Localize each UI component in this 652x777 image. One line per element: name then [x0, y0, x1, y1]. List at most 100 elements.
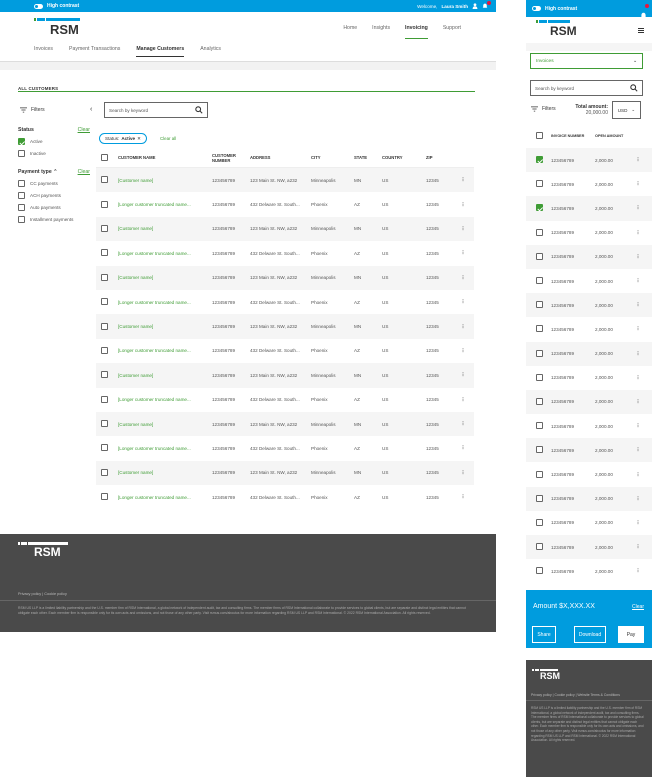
collapse-filters-icon[interactable]: ‹ — [90, 106, 92, 113]
select-all-checkbox[interactable] — [536, 132, 543, 139]
table-row[interactable]: [Longer customer truncated name... 123456… — [96, 192, 474, 216]
row-more-icon[interactable]: ⋮ — [456, 202, 470, 208]
row-checkbox[interactable] — [101, 322, 108, 330]
notification-bell-icon[interactable] — [640, 3, 649, 18]
topnav-support[interactable]: Support — [443, 25, 461, 39]
table-row[interactable]: [Customer name] 123456789 123 Main St. NW,… — [96, 168, 474, 193]
checkbox-icon[interactable] — [18, 216, 25, 223]
clear-all-link[interactable]: Clear all — [160, 136, 176, 141]
table-row[interactable]: [Longer customer truncated name... 123456… — [96, 290, 474, 314]
mobile-high-contrast-toggle[interactable]: High contrast — [532, 6, 577, 12]
user-icon[interactable] — [472, 3, 478, 9]
select-all-checkbox[interactable] — [101, 153, 108, 161]
row-checkbox[interactable] — [536, 156, 543, 164]
table-row[interactable]: [Longer customer truncated name... 123456… — [96, 241, 474, 265]
row-more-icon[interactable]: ⋮ — [456, 226, 470, 232]
pay-button[interactable]: Pay — [618, 626, 644, 643]
checkbox-checked-icon[interactable] — [18, 138, 25, 145]
row-more-icon[interactable]: ⋮ — [456, 494, 470, 500]
row-checkbox[interactable] — [536, 446, 543, 454]
checkbox-icon[interactable] — [18, 204, 25, 211]
row-checkbox[interactable] — [101, 371, 108, 379]
row-more-icon[interactable]: ⋮ — [631, 157, 645, 163]
list-item[interactable]: 123456789 2,000.00 ⋮ — [526, 244, 652, 269]
row-more-icon[interactable]: ⋮ — [456, 299, 470, 305]
customer-name-link[interactable]: [Customer name] — [118, 275, 212, 280]
table-row[interactable]: [Customer name] 123456789 123 Main St. NW,… — [96, 460, 474, 486]
row-more-icon[interactable]: ⋮ — [631, 205, 645, 211]
list-item[interactable]: 123456789 2,000.00 ⋮ — [526, 511, 652, 535]
row-more-icon[interactable]: ⋮ — [631, 568, 645, 574]
row-more-icon[interactable]: ⋮ — [631, 375, 645, 381]
download-button[interactable]: Download — [574, 626, 606, 643]
topnav-insights[interactable]: Insights — [372, 25, 390, 39]
row-more-icon[interactable]: ⋮ — [456, 324, 470, 330]
row-checkbox[interactable] — [536, 518, 543, 526]
list-item[interactable]: 123456789 2,000.00 ⋮ — [526, 462, 652, 486]
row-checkbox[interactable] — [536, 228, 543, 236]
row-checkbox[interactable] — [536, 397, 543, 405]
row-more-icon[interactable]: ⋮ — [631, 544, 645, 550]
row-more-icon[interactable]: ⋮ — [456, 250, 470, 256]
topnav-invoicing[interactable]: Invoicing — [405, 25, 428, 39]
row-checkbox[interactable] — [101, 395, 108, 403]
table-row[interactable]: [Customer name] 123456789 123 Main St. NW,… — [96, 216, 474, 242]
customer-name-link[interactable]: [Longer customer truncated name... — [118, 495, 212, 500]
payment-type-title[interactable]: Payment type ⌃ — [18, 169, 58, 175]
table-row[interactable]: [Longer customer truncated name... 123456… — [96, 339, 474, 363]
list-item[interactable]: 123456789 2,000.00 ⋮ — [526, 196, 652, 221]
row-checkbox[interactable] — [101, 346, 108, 354]
row-more-icon[interactable]: ⋮ — [631, 278, 645, 284]
amount-clear-link[interactable]: Clear — [632, 604, 644, 610]
list-item[interactable]: 123456789 2,000.00 ⋮ — [526, 366, 652, 390]
customer-name-link[interactable]: [Longer customer truncated name... — [118, 397, 212, 402]
row-more-icon[interactable]: ⋮ — [631, 399, 645, 405]
row-checkbox[interactable] — [536, 325, 543, 333]
customer-name-link[interactable]: [Customer name] — [118, 422, 212, 427]
customer-name-link[interactable]: [Customer name] — [118, 470, 212, 475]
customer-name-link[interactable]: [Longer customer truncated name... — [118, 202, 212, 207]
row-checkbox[interactable] — [101, 200, 108, 208]
list-item[interactable]: 123456789 2,000.00 ⋮ — [526, 535, 652, 560]
tab-analytics[interactable]: Analytics — [200, 46, 221, 52]
row-more-icon[interactable]: ⋮ — [456, 177, 470, 183]
row-more-icon[interactable]: ⋮ — [631, 302, 645, 308]
customer-name-link[interactable]: [Longer customer truncated name... — [118, 300, 212, 305]
topnav-home[interactable]: Home — [343, 25, 357, 39]
tab-payment-transactions[interactable]: Payment Transactions — [69, 46, 120, 52]
filter-option-auto[interactable]: Auto payments — [18, 204, 90, 211]
customer-name-link[interactable]: [Longer customer truncated name... — [118, 446, 212, 451]
checkbox-icon[interactable] — [18, 192, 25, 199]
customer-name-link[interactable]: [Customer name] — [118, 324, 212, 329]
row-more-icon[interactable]: ⋮ — [456, 372, 470, 378]
list-item[interactable]: 123456789 2,000.00 ⋮ — [526, 172, 652, 196]
table-row[interactable]: [Customer name] 123456789 123 Main St. NW,… — [96, 314, 474, 339]
table-row[interactable]: [Customer name] 123456789 123 Main St. NW,… — [96, 265, 474, 290]
row-more-icon[interactable]: ⋮ — [456, 470, 470, 476]
customer-name-link[interactable]: [Customer name] — [118, 373, 212, 378]
row-checkbox[interactable] — [536, 277, 543, 285]
row-more-icon[interactable]: ⋮ — [631, 326, 645, 332]
list-item[interactable]: 123456789 2,000.00 ⋮ — [526, 221, 652, 245]
row-more-icon[interactable]: ⋮ — [631, 351, 645, 357]
filter-option-cc[interactable]: CC payments — [18, 180, 90, 187]
row-more-icon[interactable]: ⋮ — [456, 348, 470, 354]
row-checkbox[interactable] — [536, 543, 543, 551]
list-item[interactable]: 123456789 2,000.00 ⋮ — [526, 269, 652, 293]
list-item[interactable]: 123456789 2,000.00 ⋮ — [526, 317, 652, 341]
payment-type-clear-link[interactable]: Clear — [78, 169, 90, 175]
mobile-footer-links[interactable]: Privacy policy | Cookie policy | Website… — [531, 693, 620, 697]
row-checkbox[interactable] — [536, 567, 543, 575]
notification-bell-icon[interactable] — [482, 1, 491, 9]
rsm-logo[interactable]: RSM — [34, 18, 80, 37]
row-more-icon[interactable]: ⋮ — [631, 181, 645, 187]
footer-links[interactable]: Privacy policy | Cookie policy — [18, 592, 67, 596]
row-checkbox[interactable] — [101, 249, 108, 257]
filter-option-inactive[interactable]: Inactive — [18, 150, 90, 157]
status-clear-link[interactable]: Clear — [78, 127, 90, 133]
row-more-icon[interactable]: ⋮ — [631, 472, 645, 478]
row-checkbox[interactable] — [536, 422, 543, 430]
hamburger-menu-icon[interactable] — [638, 28, 644, 33]
filter-option-installment[interactable]: Installment payments — [18, 216, 90, 223]
filter-option-active[interactable]: Active — [18, 138, 90, 145]
